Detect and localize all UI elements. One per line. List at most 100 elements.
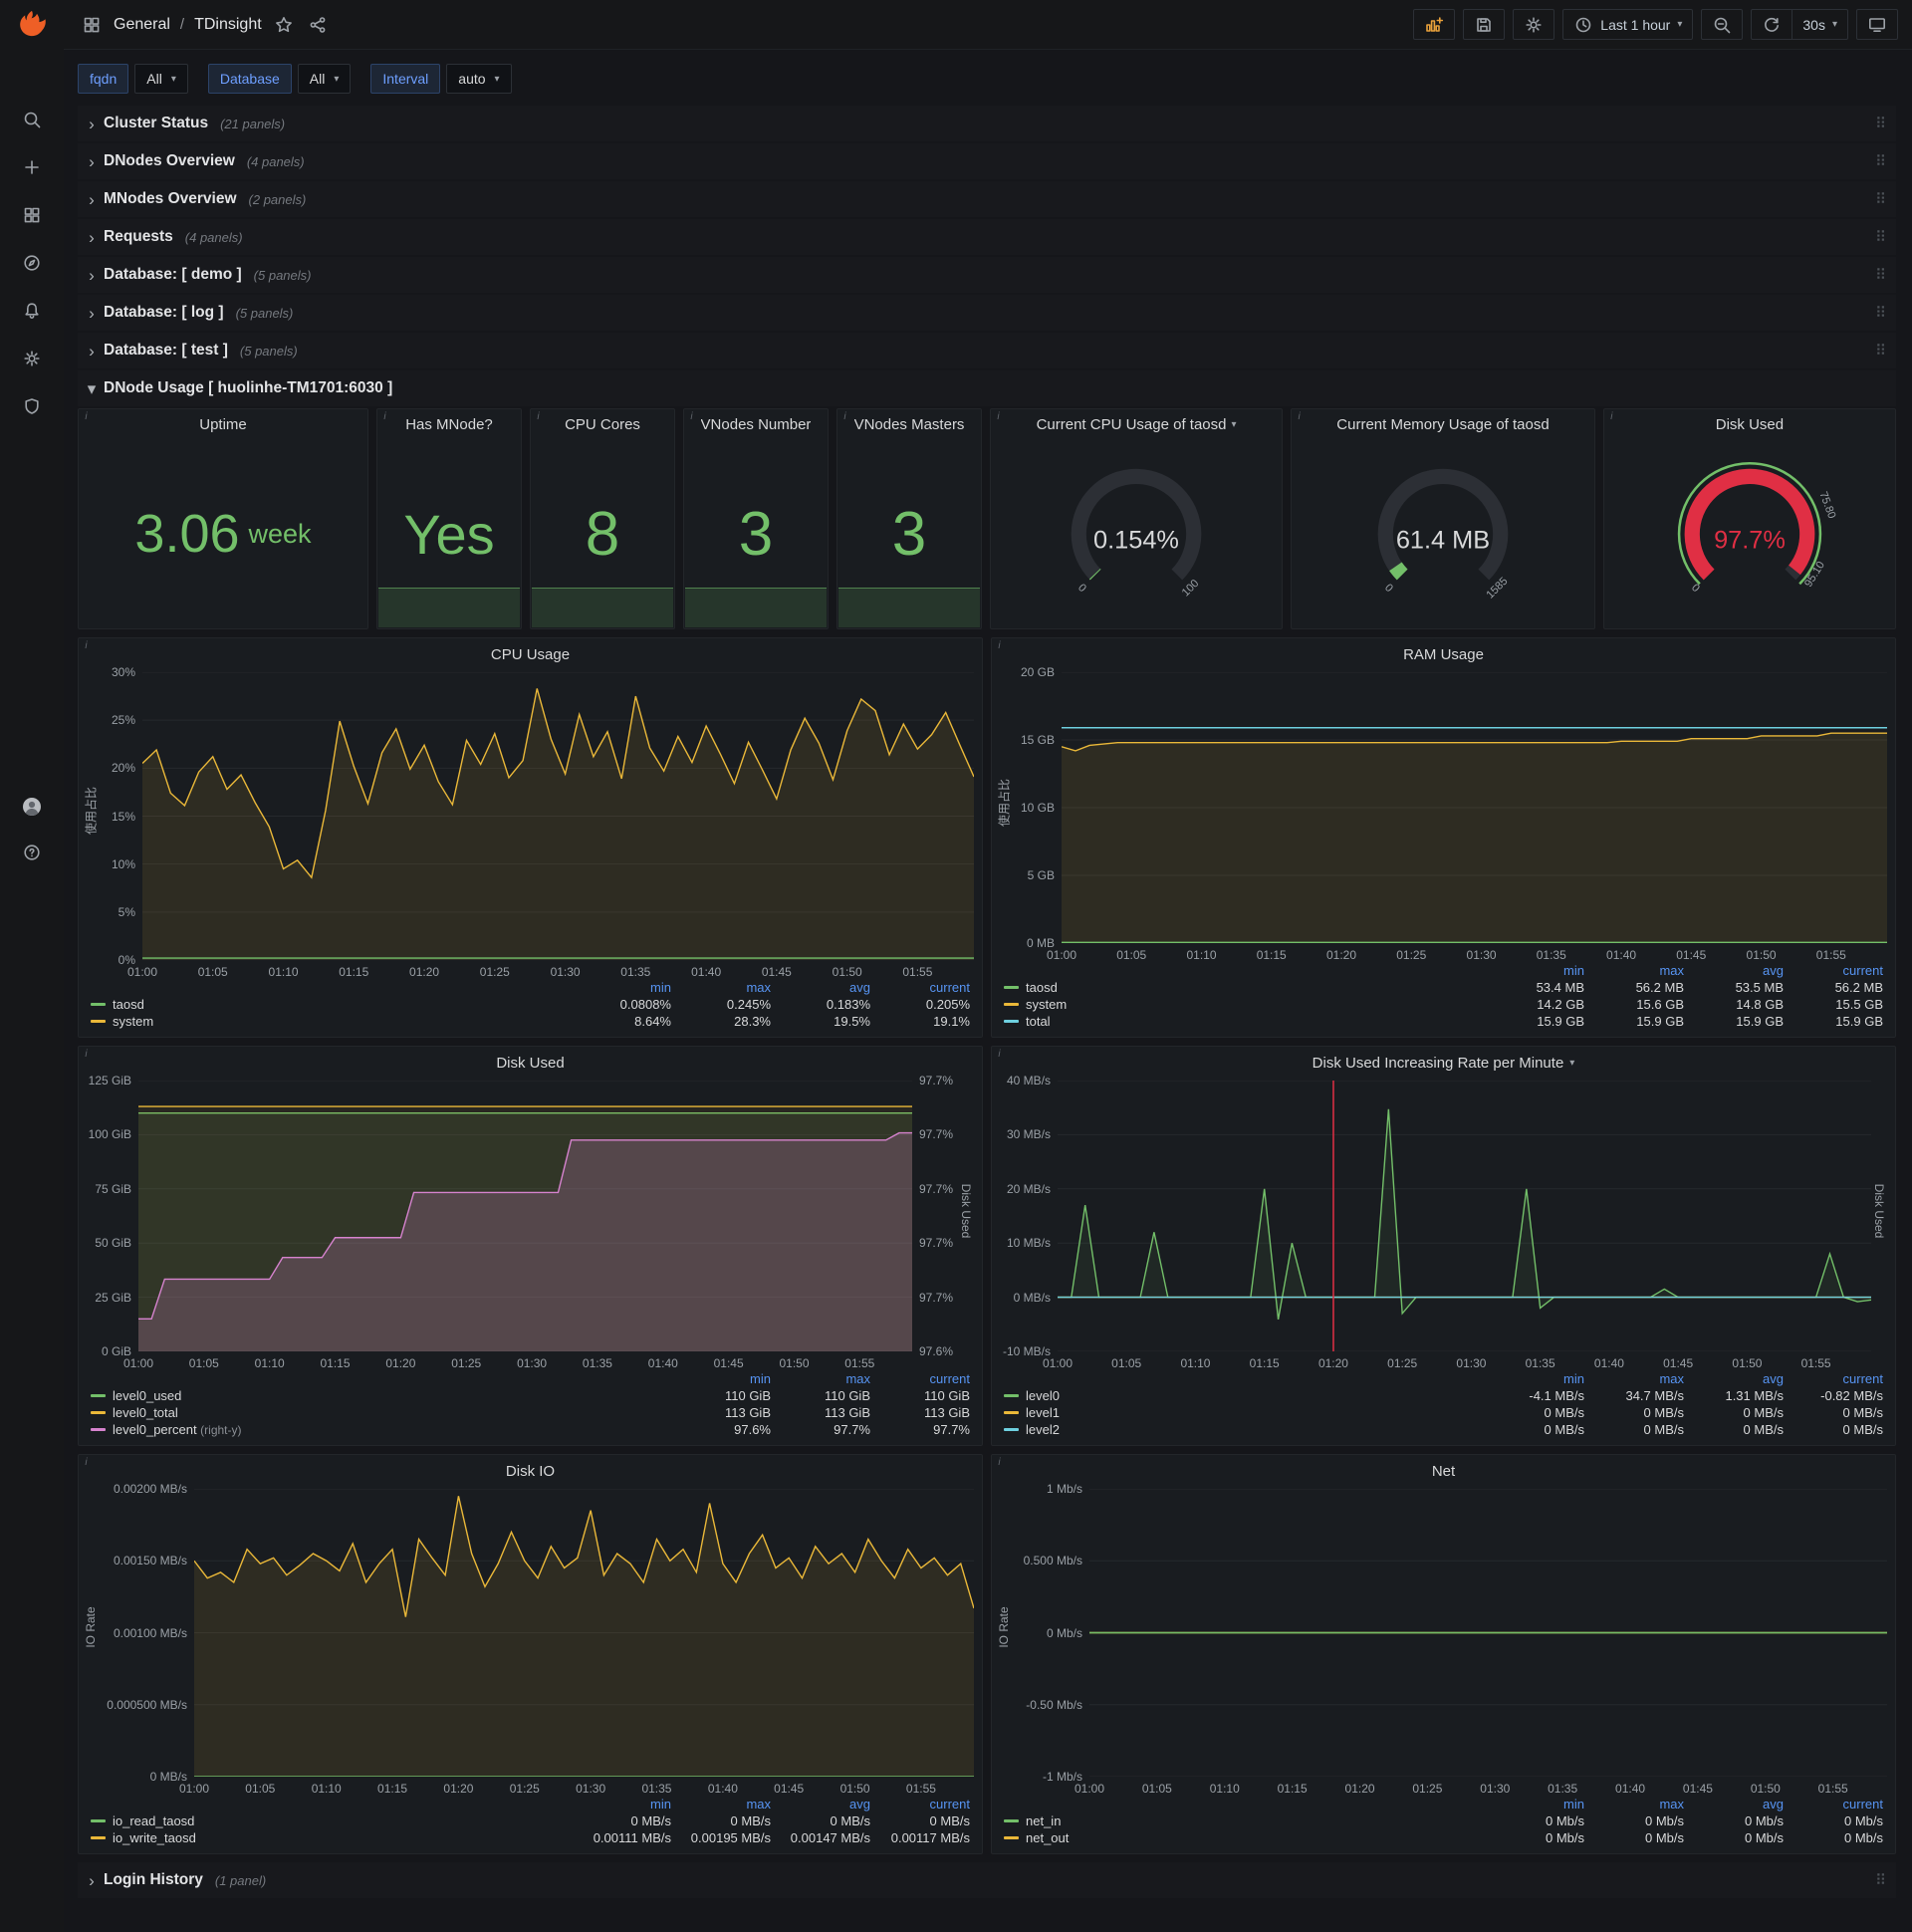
panel-info-icon[interactable]: i bbox=[837, 409, 852, 424]
share-button[interactable] bbox=[306, 13, 330, 37]
legend-series-name[interactable]: level0 bbox=[1002, 1387, 1487, 1404]
legend-series-name[interactable]: io_write_taosd bbox=[89, 1829, 574, 1846]
legend-series-name[interactable]: system bbox=[89, 1013, 574, 1030]
legend-header[interactable]: avg bbox=[1686, 963, 1786, 979]
legend-series-name[interactable]: level1 bbox=[1002, 1404, 1487, 1421]
drag-handle-icon[interactable]: ⠿ bbox=[1875, 190, 1886, 208]
legend-series-name[interactable]: taosd bbox=[89, 996, 574, 1013]
panel-title[interactable]: VNodes Masters bbox=[854, 416, 965, 433]
cycle-view-button[interactable] bbox=[1856, 9, 1898, 40]
legend-header[interactable]: avg bbox=[1686, 1797, 1786, 1812]
legend-header[interactable]: current bbox=[1786, 1371, 1885, 1387]
panel-title[interactable]: RAM Usage bbox=[1403, 646, 1484, 663]
plot-area[interactable] bbox=[142, 672, 974, 960]
legend-header[interactable]: min bbox=[1487, 1797, 1586, 1812]
plot-area[interactable] bbox=[1062, 672, 1887, 943]
zoom-out-button[interactable] bbox=[1701, 9, 1744, 40]
panel-info-icon[interactable]: i bbox=[991, 409, 1006, 424]
drag-handle-icon[interactable]: ⠿ bbox=[1875, 115, 1886, 132]
panel-info-icon[interactable]: i bbox=[79, 638, 94, 653]
legend-series-name[interactable]: system bbox=[1002, 996, 1487, 1013]
legend-series-name[interactable]: level0_percent (right-y) bbox=[89, 1421, 673, 1438]
add-panel-button[interactable] bbox=[1413, 9, 1456, 40]
panel-title[interactable]: Net bbox=[1432, 1463, 1455, 1480]
legend-header[interactable]: min bbox=[1487, 1371, 1586, 1387]
drag-handle-icon[interactable]: ⠿ bbox=[1875, 266, 1886, 284]
legend-header[interactable]: max bbox=[773, 1371, 872, 1387]
panel-title[interactable]: Disk IO bbox=[506, 1463, 555, 1480]
drag-handle-icon[interactable]: ⠿ bbox=[1875, 228, 1886, 246]
panel-info-icon[interactable]: i bbox=[531, 409, 546, 424]
panel-title[interactable]: Disk Used bbox=[496, 1055, 564, 1072]
grafana-logo[interactable] bbox=[14, 8, 50, 44]
panel-info-icon[interactable]: i bbox=[79, 409, 94, 424]
legend-header[interactable]: min bbox=[574, 1797, 673, 1812]
drag-handle-icon[interactable]: ⠿ bbox=[1875, 1871, 1886, 1889]
dashboard-row[interactable]: › Database: [ log ] (5 panels) ⠿ bbox=[78, 295, 1896, 331]
legend-series-name[interactable]: level0_used bbox=[89, 1387, 673, 1404]
panel-info-icon[interactable]: i bbox=[992, 1047, 1007, 1062]
variable-value-dropdown[interactable]: All ▾ bbox=[134, 64, 188, 94]
plot-area[interactable] bbox=[1058, 1081, 1871, 1351]
legend-header[interactable]: current bbox=[872, 980, 972, 996]
sidebar-plus-button[interactable] bbox=[20, 155, 44, 179]
save-dashboard-button[interactable] bbox=[1463, 9, 1506, 40]
breadcrumb-folder[interactable]: General bbox=[114, 16, 170, 34]
sidebar-avatar-button[interactable] bbox=[20, 795, 44, 819]
panel-title[interactable]: CPU Usage bbox=[491, 646, 570, 663]
breadcrumb-dashboard[interactable]: TDinsight bbox=[194, 16, 262, 34]
panel-title[interactable]: Has MNode? bbox=[405, 416, 493, 433]
sidebar-explore-button[interactable] bbox=[20, 251, 44, 275]
panel-title[interactable]: Disk Used bbox=[1716, 416, 1784, 433]
panel-info-icon[interactable]: i bbox=[79, 1047, 94, 1062]
panel-info-icon[interactable]: i bbox=[1292, 409, 1307, 424]
legend-header[interactable]: min bbox=[574, 980, 673, 996]
legend-header[interactable]: min bbox=[673, 1371, 773, 1387]
panel-info-icon[interactable]: i bbox=[992, 638, 1007, 653]
drag-handle-icon[interactable]: ⠿ bbox=[1875, 304, 1886, 322]
sidebar-settings-button[interactable] bbox=[20, 347, 44, 370]
panel-menu-caret[interactable]: ▾ bbox=[1569, 1058, 1574, 1069]
legend-header[interactable]: avg bbox=[1686, 1371, 1786, 1387]
dashboard-row[interactable]: › DNodes Overview (4 panels) ⠿ bbox=[78, 143, 1896, 179]
dashboard-row[interactable]: › Login History (1 panel) ⠿ bbox=[78, 1862, 1896, 1898]
sidebar-help-button[interactable] bbox=[20, 841, 44, 864]
panel-info-icon[interactable]: i bbox=[377, 409, 392, 424]
sidebar-search-button[interactable] bbox=[20, 108, 44, 131]
variable-value-dropdown[interactable]: auto ▾ bbox=[446, 64, 512, 94]
legend-header[interactable]: max bbox=[673, 980, 773, 996]
legend-header[interactable]: max bbox=[1586, 1371, 1686, 1387]
legend-header[interactable]: current bbox=[872, 1797, 972, 1812]
variable-value-dropdown[interactable]: All ▾ bbox=[297, 64, 352, 94]
legend-header[interactable]: current bbox=[1786, 963, 1885, 979]
legend-header[interactable]: min bbox=[1487, 963, 1586, 979]
legend-series-name[interactable]: net_out bbox=[1002, 1829, 1487, 1846]
plot-area[interactable] bbox=[138, 1081, 912, 1351]
legend-header[interactable]: avg bbox=[773, 1797, 872, 1812]
refresh-interval-dropdown[interactable]: 30s ▾ bbox=[1792, 9, 1848, 40]
panel-title[interactable]: CPU Cores bbox=[565, 416, 640, 433]
legend-header[interactable]: max bbox=[1586, 963, 1686, 979]
panel-info-icon[interactable]: i bbox=[992, 1455, 1007, 1470]
legend-header[interactable]: avg bbox=[773, 980, 872, 996]
panel-title[interactable]: Disk Used Increasing Rate per Minute bbox=[1313, 1055, 1564, 1072]
legend-header[interactable]: current bbox=[872, 1371, 972, 1387]
dashboard-row[interactable]: › Requests (4 panels) ⠿ bbox=[78, 219, 1896, 255]
legend-header[interactable]: current bbox=[1786, 1797, 1885, 1812]
legend-header[interactable]: max bbox=[673, 1797, 773, 1812]
legend-series-name[interactable]: io_read_taosd bbox=[89, 1812, 574, 1829]
time-range-picker[interactable]: Last 1 hour ▾ bbox=[1562, 9, 1694, 40]
legend-series-name[interactable]: total bbox=[1002, 1013, 1487, 1030]
panel-info-icon[interactable]: i bbox=[684, 409, 699, 424]
panel-info-icon[interactable]: i bbox=[1604, 409, 1619, 424]
sidebar-dashboards-button[interactable] bbox=[20, 203, 44, 227]
legend-series-name[interactable]: level2 bbox=[1002, 1421, 1487, 1438]
panel-title[interactable]: Uptime bbox=[199, 416, 247, 433]
legend-series-name[interactable]: net_in bbox=[1002, 1812, 1487, 1829]
drag-handle-icon[interactable]: ⠿ bbox=[1875, 342, 1886, 360]
panel-menu-caret[interactable]: ▾ bbox=[1231, 419, 1236, 430]
row-dnode-usage[interactable]: ▾ DNode Usage [ huolinhe-TM1701:6030 ] bbox=[78, 370, 1896, 406]
panel-title[interactable]: VNodes Number bbox=[701, 416, 812, 433]
sidebar-shield-button[interactable] bbox=[20, 394, 44, 418]
sidebar-alerting-button[interactable] bbox=[20, 299, 44, 323]
